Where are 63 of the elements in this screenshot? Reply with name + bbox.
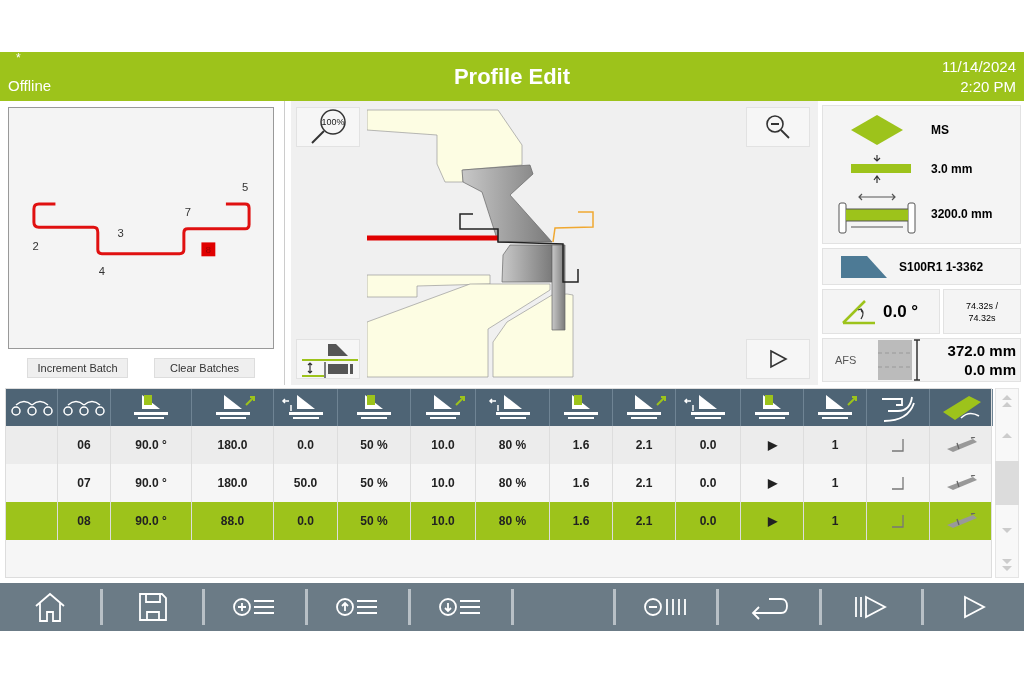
table-cell: 1.6 bbox=[550, 502, 613, 540]
cycle-time-text: 74.32s bbox=[968, 311, 996, 324]
afs-value: 372.0 mm bbox=[947, 341, 1016, 360]
bend-number: 3 bbox=[117, 227, 124, 240]
play-button[interactable] bbox=[746, 339, 810, 379]
thickness-value: 3.0 mm bbox=[931, 161, 973, 179]
scroll-thumb[interactable] bbox=[995, 461, 1019, 505]
gauge-block-icon bbox=[877, 339, 923, 381]
table-scrollbar[interactable] bbox=[995, 388, 1019, 578]
batch-button[interactable]: Clear Batches bbox=[154, 358, 255, 378]
scroll-top-icon bbox=[1001, 393, 1013, 409]
length-value: 3200.0 mm bbox=[931, 205, 993, 223]
corner-icon bbox=[891, 438, 905, 452]
scroll-bottom-icon bbox=[1001, 557, 1013, 573]
modified-marker: * bbox=[15, 52, 22, 64]
connection-status: Offline bbox=[8, 75, 53, 96]
bend-number: 5 bbox=[242, 180, 249, 193]
save-icon bbox=[136, 591, 169, 623]
tool-card[interactable]: S100R1 1-3362 bbox=[822, 248, 1021, 285]
bend-number: 2 bbox=[32, 240, 39, 253]
cycle-time-text: 74.32s / bbox=[966, 299, 998, 312]
tool-height-button[interactable] bbox=[296, 339, 360, 379]
table-cell: 2.1 bbox=[613, 502, 676, 540]
table-cell: 0.0 bbox=[274, 502, 338, 540]
zoom-out-button[interactable] bbox=[746, 107, 810, 147]
corner-icon bbox=[891, 514, 905, 528]
window-title: Profile Edit bbox=[453, 63, 571, 91]
step-number: 08 bbox=[58, 502, 111, 540]
scroll-down-icon bbox=[1001, 527, 1013, 535]
scroll-up-icon bbox=[1001, 431, 1013, 439]
date-text: 11/14/2024 bbox=[942, 56, 1016, 77]
corner-icon bbox=[891, 476, 905, 490]
table-cell: ▶ bbox=[741, 502, 804, 540]
table-cell: 88.0 bbox=[192, 502, 274, 540]
table-row[interactable]: 08 90.0 ° 88.0 0.0 50 % 10.0 80 % 1.6 2.1 0.0 ▶ 1 bbox=[6, 502, 991, 540]
bend-number: 4 bbox=[98, 265, 105, 278]
table-cell: 80 % bbox=[476, 502, 550, 540]
material-name: MS bbox=[931, 122, 949, 140]
bend-angle-icon bbox=[841, 298, 877, 325]
table-cell: 1 bbox=[804, 502, 867, 540]
angle-value: 0.0 ° bbox=[883, 300, 919, 323]
time-text: 2:20 PM bbox=[960, 76, 1016, 97]
play-icon bbox=[768, 349, 788, 369]
loop-arrows-icon bbox=[62, 398, 106, 417]
zoom-out-icon bbox=[764, 113, 792, 141]
afs-value: 0.0 mm bbox=[964, 360, 1016, 379]
table-cell: 90.0 ° bbox=[111, 502, 192, 540]
afs-card[interactable]: AFS 372.0 mm 0.0 mm bbox=[822, 338, 1021, 382]
table-cell: 0.0 bbox=[676, 502, 741, 540]
afs-label: AFS bbox=[835, 352, 858, 368]
sheet-length-icon bbox=[837, 192, 917, 235]
table-row[interactable]: 06 90.0 ° 180.0 0.0 50 % 10.0 80 % 1.6 2.1 0.0 ▶ 1 bbox=[6, 426, 991, 464]
batch-button[interactable]: Increment Batch bbox=[27, 358, 128, 378]
table-cell: 10.0 bbox=[411, 502, 476, 540]
current-bend-marker: 8 bbox=[201, 242, 216, 257]
bend-number: 7 bbox=[184, 205, 191, 218]
material-card[interactable]: MS 3.0 mm 3200.0 mm bbox=[822, 105, 1021, 244]
angle-card[interactable]: 0.0 ° bbox=[822, 289, 940, 334]
tool-profile-icon bbox=[841, 255, 887, 278]
loop-arrows-icon bbox=[9, 398, 54, 417]
table-cell: 50 % bbox=[338, 502, 411, 540]
tool-name: S100R1 1-3362 bbox=[899, 258, 984, 276]
zoom-reset-button[interactable]: 100% bbox=[296, 107, 360, 147]
